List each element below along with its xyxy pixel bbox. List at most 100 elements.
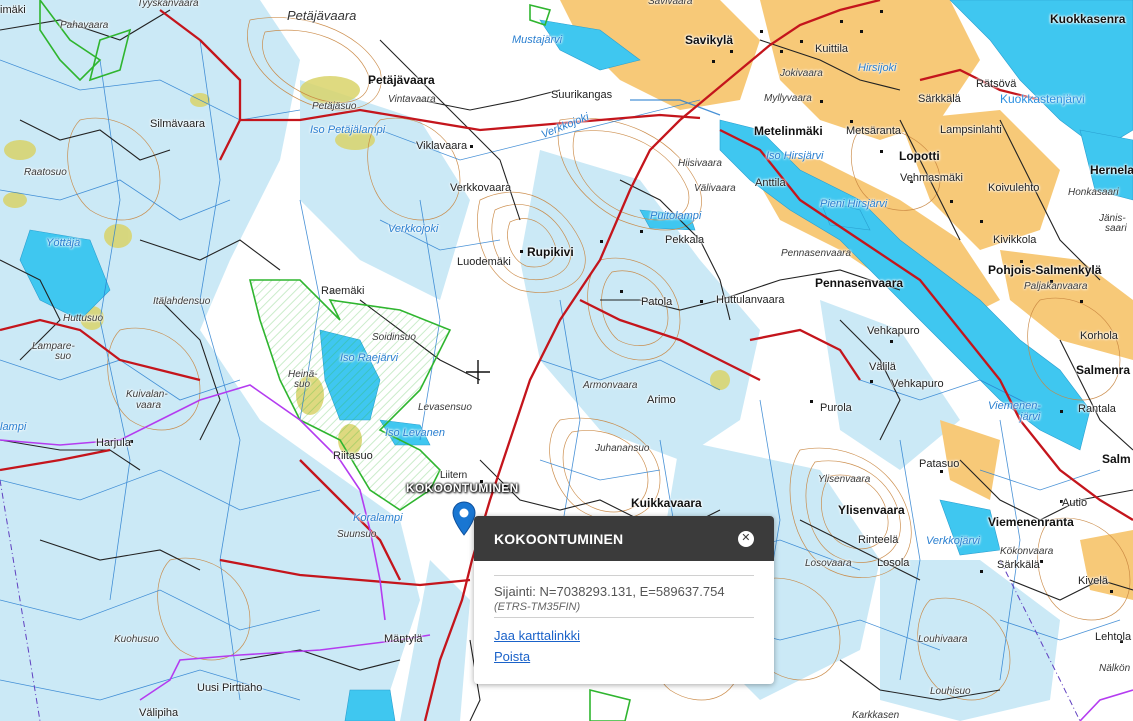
label-suunsuo: Suunsuo bbox=[337, 529, 377, 540]
popup-location: Sijainti: N=7038293.131, E=589637.754 bbox=[494, 584, 725, 599]
label-yottaja: Yöttäjä bbox=[46, 237, 81, 249]
label-suurikangas: Suurikangas bbox=[551, 89, 613, 101]
popup-divider-bottom bbox=[494, 617, 754, 618]
label-luodemaki: Luodemäki bbox=[457, 256, 511, 268]
label-nalkon: Nälkön bbox=[1099, 663, 1131, 674]
label-valila: Välilä bbox=[869, 361, 896, 373]
label-patasuo: Patasuo bbox=[919, 458, 960, 470]
map-view[interactable]: Tyyskänvaara Pahavaara Petäjävaara Saviv… bbox=[0, 0, 1133, 721]
label-hiisivaara: Hiisivaara bbox=[678, 158, 722, 169]
label-huttusuo: Huttusuo bbox=[63, 313, 104, 324]
close-icon[interactable]: ✕ bbox=[738, 530, 754, 547]
label-lopotti: Lopotti bbox=[899, 149, 940, 163]
label-kuikkavaara: Kuikkavaara bbox=[631, 496, 702, 510]
location-marker-icon[interactable] bbox=[452, 501, 476, 537]
label-pennasenvaara: Pennasenvaara bbox=[815, 276, 904, 290]
label-petajavaara: Petäjävaara bbox=[368, 73, 435, 87]
share-map-link[interactable]: Jaa karttalinkki bbox=[494, 628, 754, 643]
label-raatosuo: Raatosuo bbox=[24, 167, 67, 178]
label-patola: Patola bbox=[641, 296, 673, 308]
label-isolevanen: Iso Levanen bbox=[385, 427, 445, 439]
label-tyyskanvaara: Tyyskänvaara bbox=[137, 0, 199, 9]
label-pennasenvaara-terrain: Pennasenvaara bbox=[781, 248, 852, 259]
label-kuittila: Kuittila bbox=[815, 43, 849, 55]
label-losola: Losola bbox=[877, 557, 910, 569]
label-isoraejarvi: Iso Raejärvi bbox=[340, 352, 399, 364]
label-viklavaara: Viklavaara bbox=[416, 140, 468, 152]
label-raemaki: Raemäki bbox=[321, 285, 365, 297]
label-valivaara: Välivaara bbox=[694, 183, 736, 194]
label-soidinsuo: Soidinsuo bbox=[372, 332, 416, 343]
label-petajavaara-area: Petäjävaara bbox=[287, 8, 357, 23]
popup-body: Sijainti: N=7038293.131, E=589637.754 (E… bbox=[474, 561, 774, 664]
label-verkkojarvi: Verkkojärvi bbox=[926, 535, 980, 547]
label-anttila: Anttila bbox=[755, 177, 786, 189]
label-levasensuo: Levasensuo bbox=[418, 402, 472, 413]
label-mustajarvi: Mustajärvi bbox=[512, 34, 563, 46]
label-janissaari-2: saari bbox=[1105, 223, 1127, 234]
label-pienihirsjarvi: Pieni Hirsjärvi bbox=[820, 198, 888, 210]
label-lamparesuo-2: suo bbox=[55, 351, 72, 362]
label-viemenenranta: Viemenenranta bbox=[988, 515, 1074, 529]
popup-header: KOKOONTUMINEN ✕ bbox=[474, 516, 774, 561]
label-salm: Salm bbox=[1102, 452, 1131, 466]
label-isohirsjarvi: Iso Hirsjärvi bbox=[766, 150, 824, 162]
label-juhanansuo: Juhanansuo bbox=[595, 443, 650, 454]
label-myllyvaara: Myllyvaara bbox=[764, 93, 812, 104]
label-isopetajalampi: Iso Petäjälampi bbox=[310, 124, 386, 136]
label-vintavaara: Vintavaara bbox=[388, 94, 436, 105]
popup-projection: (ETRS-TM35FIN) bbox=[494, 601, 581, 613]
label-ylisenvaara: Ylisenvaara bbox=[838, 503, 905, 517]
label-ylisenvaara-terrain: Ylisenvaara bbox=[818, 474, 871, 485]
label-valipiha: Välipiha bbox=[139, 707, 179, 719]
label-vehkapuro-1: Vehkapuro bbox=[867, 325, 920, 337]
label-koralampi: Koralampi bbox=[353, 512, 403, 524]
label-karkkasen: Karkkasen bbox=[852, 710, 900, 721]
popup-title: KOKOONTUMINEN bbox=[494, 530, 624, 547]
label-korhola: Korhola bbox=[1080, 330, 1118, 342]
label-vehkapuro-2: Vehkapuro bbox=[891, 378, 944, 390]
label-kokonvaara: Kökonvaara bbox=[1000, 546, 1054, 557]
label-jokivaara: Jokivaara bbox=[780, 68, 823, 79]
label-italahdensuo: Itälahdensuo bbox=[153, 296, 211, 307]
label-arimo: Arimo bbox=[647, 394, 676, 406]
label-rantala: Rantala bbox=[1078, 403, 1116, 415]
label-harjula: Harjula bbox=[96, 437, 131, 449]
delete-link[interactable]: Poista bbox=[494, 649, 754, 664]
label-verkkojoki-2: Verkkojoki bbox=[388, 223, 439, 235]
label-silmavaara: Silmävaara bbox=[150, 118, 206, 130]
label-rinteela: Rinteelä bbox=[858, 534, 899, 546]
label-sarkkala: Särkkälä bbox=[918, 93, 961, 105]
label-lehtola: Lehtola bbox=[1095, 631, 1132, 643]
label-kivikkola: Kivikkola bbox=[993, 234, 1037, 246]
label-savikyla: Savikylä bbox=[685, 33, 734, 47]
marker-popup: KOKOONTUMINEN ✕ Sijainti: N=7038293.131,… bbox=[474, 516, 774, 684]
label-vehmasmaki: Vehmasmäki bbox=[900, 172, 963, 184]
label-rupikivi: Rupikivi bbox=[527, 245, 574, 259]
label-hirsijoki: Hirsijoki bbox=[858, 62, 897, 74]
label-autio: Autio bbox=[1062, 497, 1088, 509]
label-puitolampi: Puitolampi bbox=[650, 210, 702, 222]
label-hernelahti: Hernela bbox=[1090, 163, 1133, 177]
label-petajasuo: Petäjäsuo bbox=[312, 101, 357, 112]
label-koivulehto: Koivulehto bbox=[988, 182, 1040, 194]
label-louhisuo: Louhisuo bbox=[930, 686, 971, 697]
label-purola: Purola bbox=[820, 402, 852, 414]
label-lampsinlahti: Lampsinlahti bbox=[940, 124, 1002, 136]
label-metsaranta: Metsäranta bbox=[846, 125, 902, 137]
label-armonvaara: Armonvaara bbox=[583, 380, 638, 391]
label-honkasaari: Honkasaari bbox=[1068, 187, 1119, 198]
label-riitasuo: Riitasuo bbox=[333, 450, 373, 462]
label-kuohusuo: Kuohusuo bbox=[114, 634, 160, 645]
label-louhivaara: Louhivaara bbox=[918, 634, 968, 645]
label-sarkkala-2: Särkkälä bbox=[997, 559, 1040, 571]
label-verkkovaara: Verkkovaara bbox=[450, 182, 512, 194]
label-losovaara: Losovaara bbox=[805, 558, 852, 569]
label-viemenenjarvi-2: järvi bbox=[1020, 411, 1041, 423]
label-metelinmaki: Metelinmäki bbox=[754, 124, 823, 138]
label-kokoontuminen-map: KOKOONTUMINEN bbox=[406, 481, 519, 495]
label-kuokkastenjarvi: Kuokkastenjärvi bbox=[1000, 92, 1085, 106]
label-savivaara: Savivaara bbox=[648, 0, 693, 7]
label-mantyla: Mäntylä bbox=[384, 633, 423, 645]
label-heinasuo-2: suo bbox=[294, 379, 311, 390]
